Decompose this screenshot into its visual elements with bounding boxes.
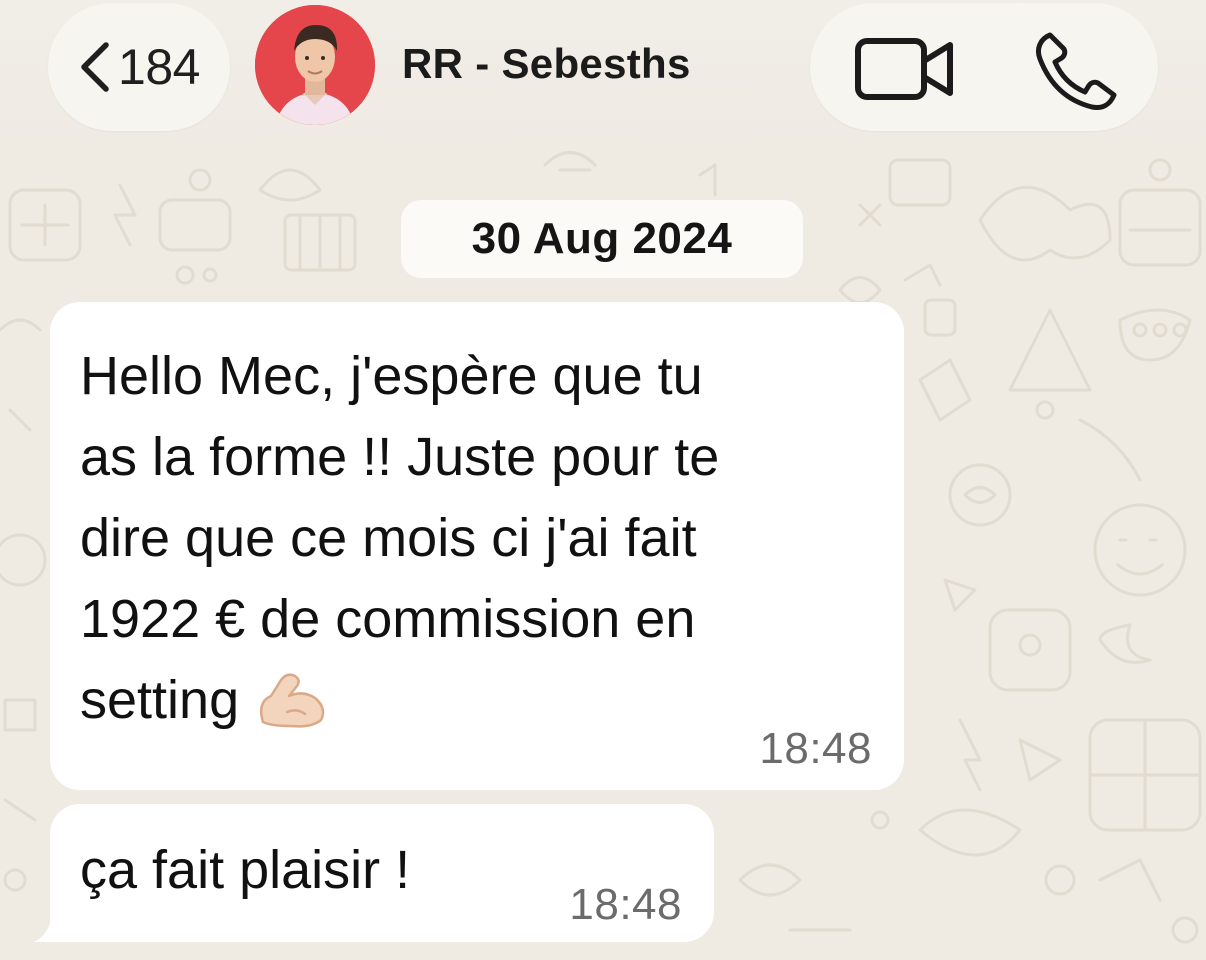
message-text: Hello Mec, j'espère que tu as la forme !…	[80, 346, 720, 730]
phone-icon[interactable]	[1032, 29, 1118, 111]
message-time: 18:48	[569, 880, 682, 929]
message-bubble[interactable]: ça fait plaisir ! 18:48	[50, 804, 714, 942]
chat-header: 184 RR - Sebesths	[0, 0, 1206, 150]
video-camera-icon[interactable]	[854, 37, 956, 101]
message-bubble[interactable]: Hello Mec, j'espère que tu as la forme !…	[50, 302, 904, 790]
contact-name[interactable]: RR - Sebesths	[402, 40, 691, 88]
message-time: 18:48	[759, 724, 872, 773]
back-button[interactable]: 184	[48, 3, 230, 131]
message-text: ça fait plaisir !	[80, 840, 411, 900]
date-separator: 30 Aug 2024	[401, 200, 803, 278]
unread-count: 184	[118, 39, 200, 95]
flexed-biceps-icon	[260, 673, 325, 728]
call-actions	[810, 3, 1158, 131]
avatar[interactable]	[255, 5, 375, 125]
chevron-left-icon	[81, 42, 109, 92]
bubble-tail	[34, 912, 70, 942]
avatar-image	[255, 5, 375, 125]
